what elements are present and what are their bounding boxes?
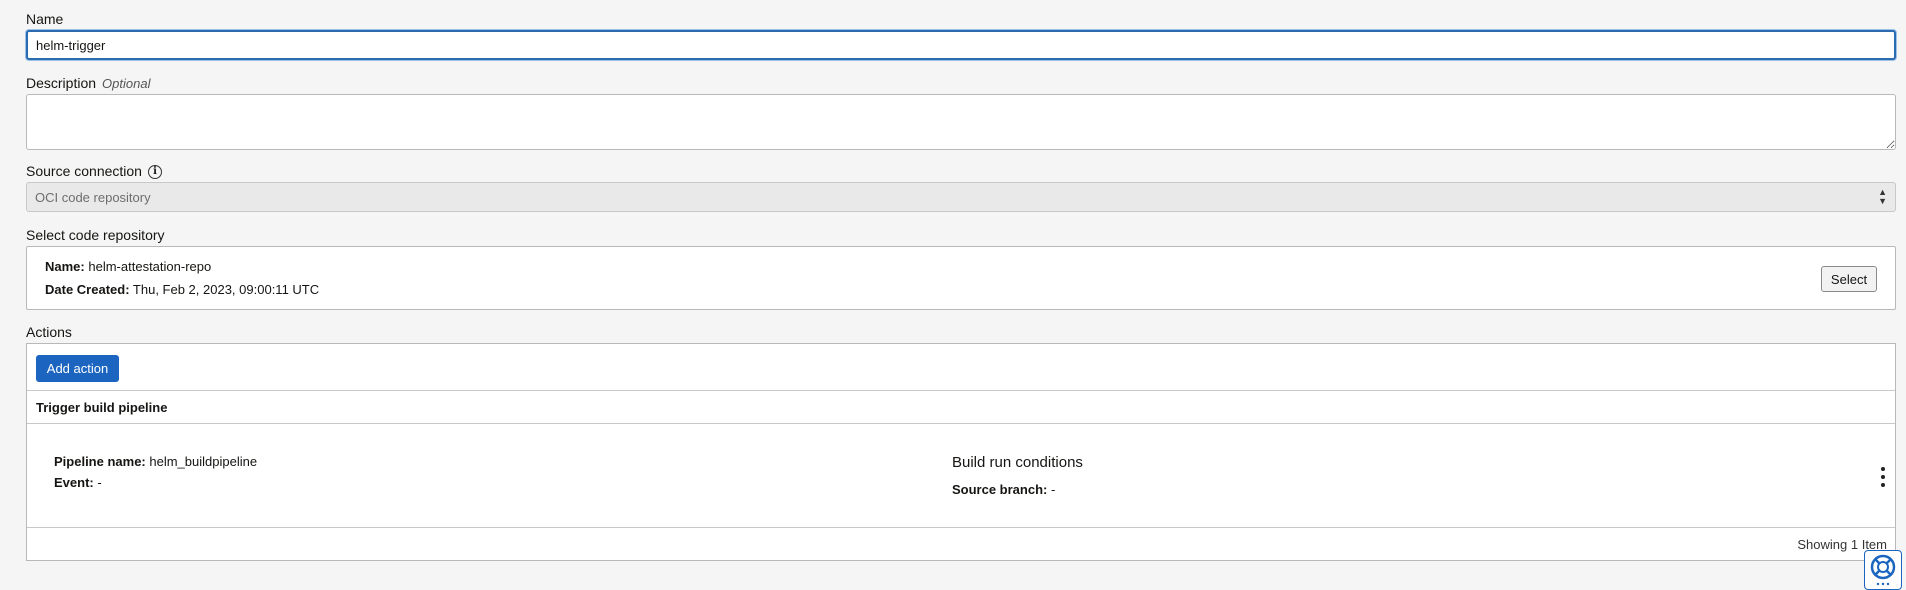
info-icon[interactable]: i [147, 165, 162, 180]
table-footer-divider [27, 527, 1895, 528]
help-button[interactable] [1864, 550, 1902, 590]
optional-hint: Optional [102, 76, 151, 91]
description-textarea[interactable] [26, 94, 1896, 150]
kebab-menu-icon[interactable] [1879, 467, 1887, 487]
repo-name-row: Name: helm-attestation-repo [45, 259, 211, 274]
repo-name-label: Name: [45, 259, 85, 274]
add-action-button[interactable]: Add action [36, 355, 119, 382]
actions-label: Actions [26, 324, 72, 340]
name-label: Name [26, 11, 64, 27]
pipeline-name-label: Pipeline name: [54, 454, 146, 469]
select-repository-button[interactable]: Select [1821, 266, 1877, 292]
event-label: Event: [54, 475, 94, 490]
source-branch-label: Source branch: [952, 482, 1048, 497]
source-branch-row: Source branch: - [952, 482, 1055, 497]
trigger-build-pipeline-header: Trigger build pipeline [27, 390, 1895, 424]
repo-date-label: Date Created: [45, 282, 130, 297]
build-run-conditions-title: Build run conditions [952, 454, 1083, 471]
chevron-updown-icon: ▲ ▼ [1878, 187, 1887, 206]
source-connection-label: Source connection i [26, 163, 162, 180]
source-connection-label-text: Source connection [26, 163, 142, 179]
pipeline-name-value: helm_buildpipeline [149, 454, 258, 469]
code-repository-card: Name: helm-attestation-repo Date Created… [26, 246, 1896, 310]
description-label-text: Description [26, 75, 97, 91]
event-row: Event: - [54, 475, 102, 490]
source-branch-value: - [1050, 482, 1056, 497]
code-repository-label: Select code repository [26, 227, 165, 243]
source-connection-select[interactable]: OCI code repository ▲ ▼ [26, 182, 1896, 212]
name-input[interactable] [26, 30, 1896, 60]
event-value: - [97, 475, 102, 490]
pipeline-name-row: Pipeline name: helm_buildpipeline [54, 454, 257, 469]
repo-name-value: helm-attestation-repo [88, 259, 212, 274]
description-label: Description Optional [26, 75, 150, 91]
create-trigger-form: Name Description Optional Source connecti… [0, 0, 1906, 590]
repo-date-row: Date Created: Thu, Feb 2, 2023, 09:00:11… [45, 282, 319, 297]
help-lifebuoy-icon [1870, 554, 1896, 586]
source-connection-value: OCI code repository [35, 190, 151, 205]
actions-panel: Add action Trigger build pipeline Pipeli… [26, 343, 1896, 561]
repo-date-value: Thu, Feb 2, 2023, 09:00:11 UTC [132, 282, 320, 297]
